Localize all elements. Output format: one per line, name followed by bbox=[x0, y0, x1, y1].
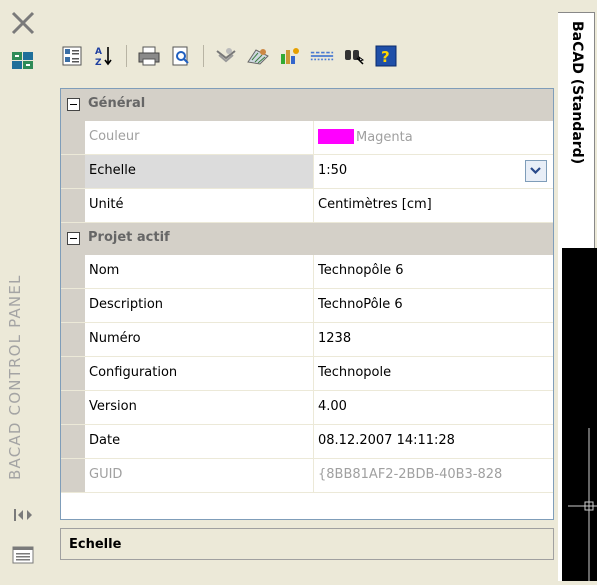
property-value[interactable]: 4.00 bbox=[318, 399, 550, 414]
property-name: Couleur bbox=[89, 129, 140, 144]
print-preview-icon[interactable] bbox=[169, 44, 193, 68]
layer-icon[interactable] bbox=[214, 44, 238, 68]
property-name: Date bbox=[89, 433, 121, 448]
property-row-couleur[interactable]: Couleur Magenta bbox=[61, 121, 553, 155]
svg-text:Z: Z bbox=[95, 58, 102, 67]
property-name: Configuration bbox=[89, 365, 178, 380]
chevron-down-icon[interactable] bbox=[525, 160, 547, 182]
description-title: Echelle bbox=[69, 537, 122, 552]
print-icon[interactable] bbox=[137, 44, 161, 68]
svg-text:A: A bbox=[95, 47, 102, 57]
scale-select[interactable]: 1:50 bbox=[318, 163, 550, 178]
property-value[interactable]: TechnoPôle 6 bbox=[318, 297, 550, 312]
tab-label: BaCAD (Standard) bbox=[569, 21, 585, 165]
property-row-date[interactable]: Date 08.12.2007 14:11:28 bbox=[61, 425, 553, 459]
property-value: {8BB81AF2-2BDB-40B3-828 bbox=[318, 467, 503, 482]
hatch-icon[interactable] bbox=[246, 44, 270, 68]
property-name: Description bbox=[89, 297, 164, 312]
drawing-area-border bbox=[558, 248, 562, 581]
description-panel: Echelle bbox=[60, 528, 554, 560]
left-strip: BACAD CONTROL PANEL bbox=[0, 0, 48, 581]
property-value[interactable]: Technopôle 6 bbox=[318, 263, 550, 278]
property-name: Unité bbox=[89, 197, 124, 212]
category-label: Général bbox=[88, 96, 146, 111]
color-swatch bbox=[318, 129, 354, 144]
property-row-nom[interactable]: Nom Technopôle 6 bbox=[61, 255, 553, 289]
property-grid: Général Couleur Magenta Echelle 1:50 Uni… bbox=[60, 88, 554, 520]
property-value: Magenta bbox=[318, 129, 550, 145]
category-label: Projet actif bbox=[88, 230, 170, 245]
categorized-icon[interactable] bbox=[60, 44, 84, 68]
property-value[interactable]: Technopole bbox=[318, 365, 550, 380]
help-icon[interactable]: ? bbox=[374, 44, 398, 68]
property-row-numero[interactable]: Numéro 1238 bbox=[61, 323, 553, 357]
property-value[interactable]: 1238 bbox=[318, 331, 550, 346]
toolbar-separator bbox=[126, 45, 127, 67]
property-row-version[interactable]: Version 4.00 bbox=[61, 391, 553, 425]
property-name: Numéro bbox=[89, 331, 141, 346]
property-name: Version bbox=[89, 399, 137, 414]
property-row-configuration[interactable]: Configuration Technopole bbox=[61, 357, 553, 391]
close-icon[interactable] bbox=[10, 10, 36, 36]
category-general[interactable]: Général bbox=[61, 89, 553, 121]
autohide-icon[interactable] bbox=[12, 507, 34, 523]
sort-az-icon[interactable]: A Z bbox=[92, 44, 116, 68]
category-projet-actif[interactable]: Projet actif bbox=[61, 223, 553, 255]
property-row-guid[interactable]: GUID {8BB81AF2-2BDB-40B3-828 bbox=[61, 459, 553, 493]
toolbar-separator bbox=[203, 45, 204, 67]
search-binoculars-icon[interactable] bbox=[342, 44, 366, 68]
app-icon[interactable] bbox=[11, 50, 35, 70]
panel-title: BACAD CONTROL PANEL bbox=[6, 274, 24, 480]
properties-menu-icon[interactable] bbox=[12, 546, 34, 564]
property-row-unite[interactable]: Unité Centimètres [cm] bbox=[61, 189, 553, 223]
property-name: GUID bbox=[89, 467, 123, 482]
property-row-echelle[interactable]: Echelle 1:50 bbox=[61, 155, 553, 189]
toolbar: A Z ? bbox=[60, 38, 550, 74]
drawing-area[interactable] bbox=[558, 248, 597, 581]
property-name: Echelle bbox=[89, 163, 136, 178]
color-tools-icon[interactable] bbox=[278, 44, 302, 68]
property-row-description[interactable]: Description TechnoPôle 6 bbox=[61, 289, 553, 323]
property-name: Nom bbox=[89, 263, 120, 278]
linetype-icon[interactable] bbox=[310, 44, 334, 68]
svg-text:?: ? bbox=[381, 48, 390, 66]
collapse-icon[interactable] bbox=[67, 98, 80, 111]
tab-bacad-standard[interactable]: BaCAD (Standard) bbox=[558, 12, 595, 249]
property-value[interactable]: Centimètres [cm] bbox=[318, 197, 550, 212]
collapse-icon[interactable] bbox=[67, 232, 80, 245]
property-value[interactable]: 08.12.2007 14:11:28 bbox=[318, 433, 550, 448]
